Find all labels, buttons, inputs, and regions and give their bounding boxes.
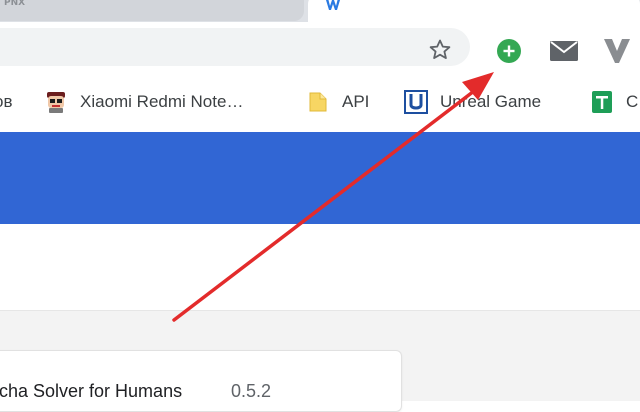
u-logo-icon [404, 90, 428, 114]
w-favicon-icon [326, 0, 340, 10]
tab-active[interactable] [308, 0, 640, 22]
bookmark-label: API [342, 92, 370, 111]
extension-title: cha Solver for Humans [0, 381, 183, 401]
star-icon[interactable] [428, 38, 452, 62]
extension-version: 0.5.2 [231, 381, 272, 401]
bookmark-item[interactable]: ов [0, 90, 13, 114]
bookmark-label: ов [0, 92, 13, 111]
page-header-banner [0, 132, 640, 224]
sheets-icon [592, 91, 612, 113]
tab-strip: PNX [0, 0, 640, 22]
extension-card[interactable]: cha Solver for Humans 0.5.2 [0, 350, 402, 412]
address-bar[interactable] [0, 28, 470, 66]
robot-avatar-icon [47, 92, 65, 113]
tab-label: PNX [4, 0, 26, 8]
vivaldi-icon[interactable] [604, 39, 630, 63]
bookmark-item[interactable]: Unreal Game [404, 90, 541, 114]
extension-add-icon[interactable] [496, 38, 522, 64]
bookmark-label: C [626, 92, 639, 111]
tab-inactive[interactable]: PNX [0, 0, 304, 21]
bookmark-item[interactable]: Xiaomi Redmi Note… [44, 90, 243, 114]
bookmark-label: Unreal Game [440, 92, 542, 111]
browser-toolbar [0, 22, 640, 74]
folder-icon [309, 92, 327, 112]
bookmark-item[interactable]: C [590, 90, 638, 114]
bookmark-item[interactable]: API [306, 90, 369, 114]
bookmarks-bar: ов Xiaomi Redmi Note… API Unreal Game [0, 74, 640, 132]
bookmark-label: Xiaomi Redmi Note… [80, 92, 244, 111]
mail-icon[interactable] [550, 41, 578, 61]
